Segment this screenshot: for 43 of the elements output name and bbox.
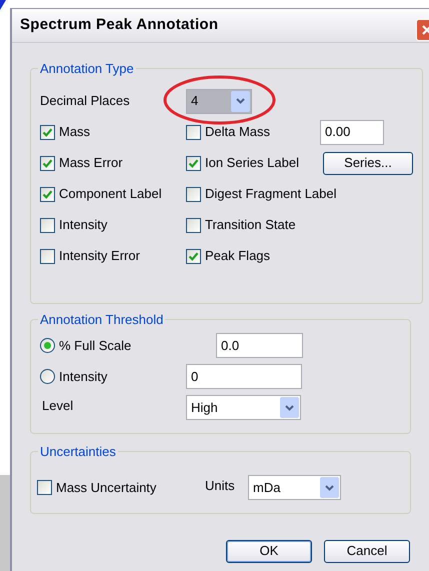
checkbox[interactable] [186, 248, 201, 264]
radio-label: Intensity [59, 368, 108, 386]
field-label: Decimal Places [40, 92, 131, 110]
text-field[interactable]: 0.00 [320, 120, 384, 144]
dropdown[interactable]: High [186, 395, 301, 420]
checkbox-label: Transition State [205, 216, 296, 234]
dropdown[interactable]: 4 [186, 88, 252, 114]
checkbox-label: Component Label [59, 185, 162, 204]
field-label: Level [41, 396, 74, 415]
checkbox[interactable] [40, 124, 55, 140]
group-title: Uncertainties [39, 443, 117, 461]
window-title: Spectrum Peak Annotation [20, 15, 218, 36]
radio-button[interactable] [40, 369, 55, 384]
checkbox-label: Ion Series Label [205, 154, 299, 172]
checkbox[interactable] [186, 156, 201, 170]
checkbox[interactable] [186, 124, 201, 140]
series-button[interactable]: Series... [323, 152, 413, 174]
group-title: Annotation Threshold [39, 310, 164, 328]
dropdown[interactable]: mDa [248, 475, 341, 500]
checkbox[interactable] [40, 248, 55, 264]
checkbox-label: Mass [59, 123, 90, 142]
checkbox[interactable] [40, 218, 55, 232]
checkbox[interactable] [186, 218, 201, 232]
checkbox[interactable] [186, 186, 201, 202]
checkbox[interactable] [40, 186, 55, 202]
text-field[interactable]: 0 [186, 364, 302, 389]
text-field[interactable]: 0.0 [216, 333, 303, 358]
checkbox-label: Mass Uncertainty [56, 478, 156, 497]
radio-button[interactable] [40, 338, 55, 353]
checkbox-label: Digest Fragment Label [205, 185, 337, 204]
checkbox-label: Peak Flags [205, 247, 270, 266]
checkbox-label: Intensity [59, 216, 108, 234]
checkbox-label: Intensity Error [59, 247, 140, 266]
checkbox[interactable] [40, 156, 55, 170]
radio-label: % Full Scale [59, 336, 132, 355]
checkbox-label: Mass Error [59, 154, 123, 172]
ok-button[interactable]: OK [226, 540, 312, 562]
field-label: Units [205, 476, 236, 495]
group-title: Annotation Type [39, 60, 135, 78]
checkbox-label: Delta Mass [205, 123, 270, 142]
checkbox[interactable] [37, 480, 52, 495]
corner-mark-icon [0, 0, 6, 10]
cancel-button[interactable]: Cancel [324, 540, 410, 562]
